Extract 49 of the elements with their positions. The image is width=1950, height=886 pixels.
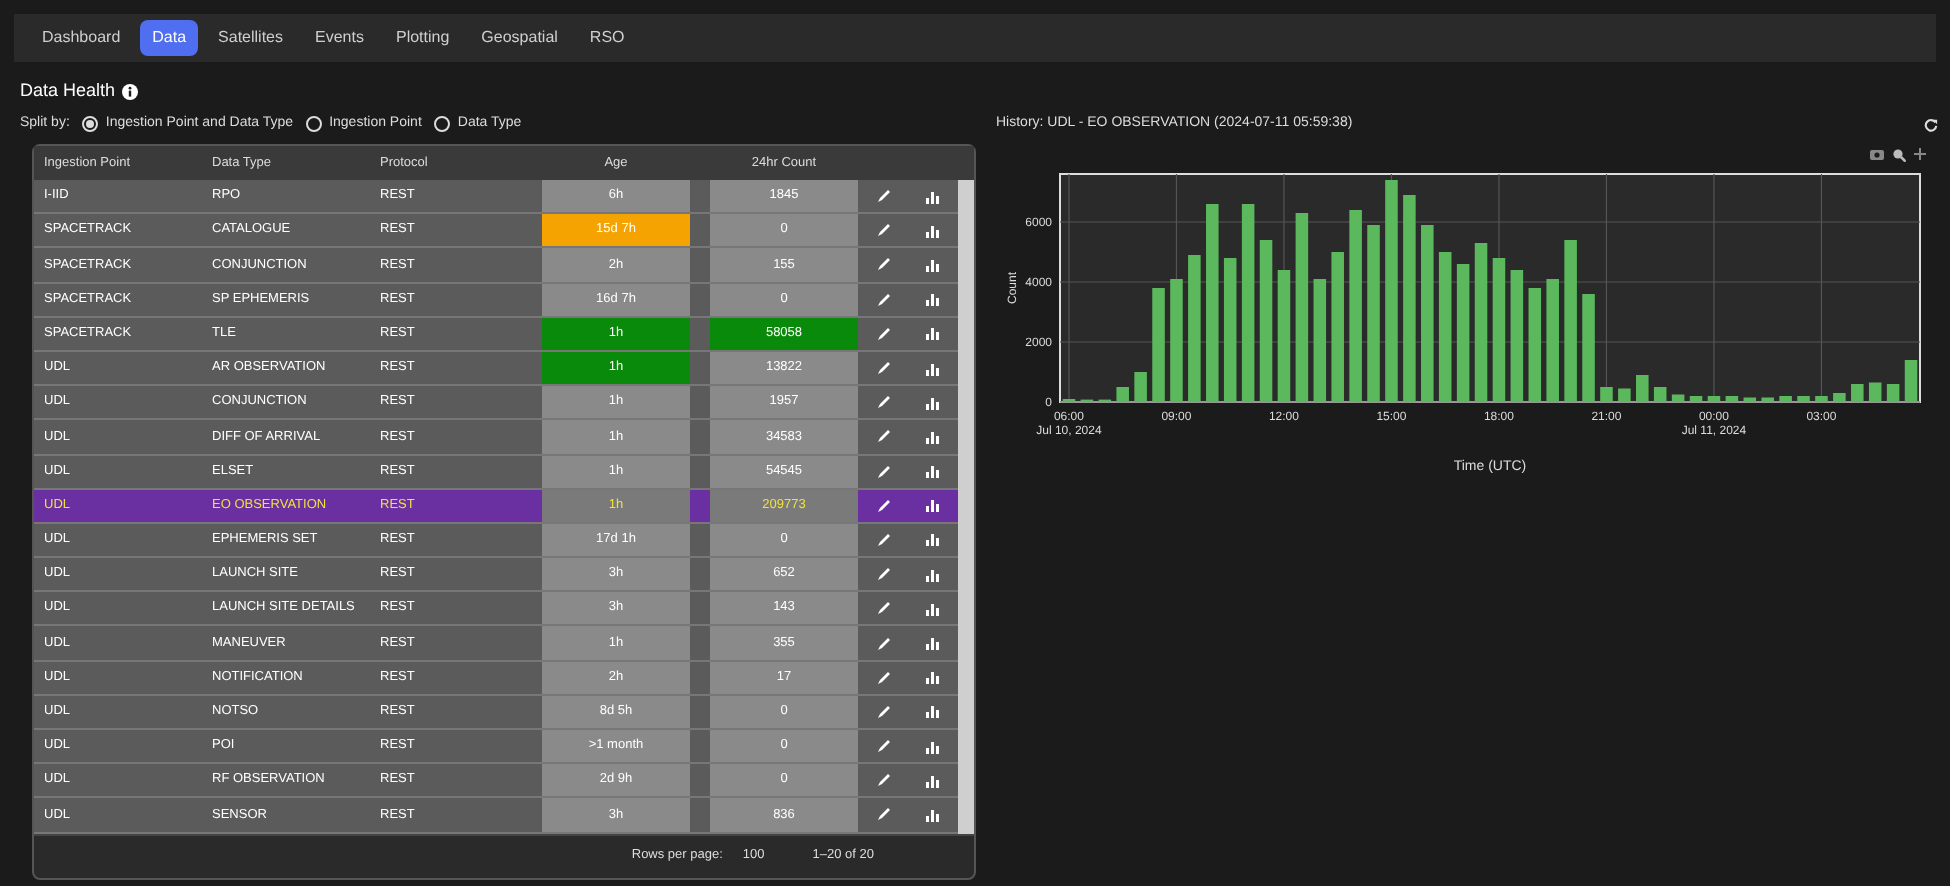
nav-tab[interactable]: Plotting bbox=[383, 20, 462, 56]
bar bbox=[1743, 396, 1757, 401]
bar bbox=[1546, 278, 1559, 401]
bar bbox=[1761, 396, 1774, 401]
bar bbox=[1582, 293, 1595, 401]
bar bbox=[1152, 287, 1165, 401]
info-icon bbox=[121, 83, 138, 100]
scrollbar[interactable] bbox=[958, 180, 974, 834]
bar-chart-icon[interactable] bbox=[926, 807, 941, 822]
bar-chart-icon[interactable] bbox=[926, 292, 941, 307]
refresh-icon[interactable] bbox=[1924, 117, 1938, 132]
bar-chart-icon[interactable] bbox=[926, 498, 941, 513]
bar-chart-icon[interactable] bbox=[926, 670, 941, 685]
bar bbox=[1779, 395, 1792, 401]
bar-chart-icon[interactable] bbox=[926, 189, 941, 204]
bar-chart-icon[interactable] bbox=[926, 773, 941, 788]
bar bbox=[1671, 393, 1685, 401]
nav-tab[interactable]: Geospatial bbox=[469, 20, 570, 56]
bar bbox=[1815, 395, 1828, 401]
bar-chart-icon[interactable] bbox=[926, 636, 941, 651]
bar-chart-icon[interactable] bbox=[926, 326, 941, 341]
camera-icon[interactable] bbox=[1870, 147, 1884, 159]
bar-chart-icon[interactable] bbox=[926, 223, 941, 238]
nav-tab[interactable]: Data bbox=[140, 20, 199, 56]
bar-chart-icon[interactable] bbox=[926, 361, 941, 376]
bar-chart-icon[interactable] bbox=[926, 429, 941, 444]
bar bbox=[1833, 392, 1846, 401]
bar bbox=[1725, 395, 1739, 401]
nav-tab[interactable]: Satellites bbox=[206, 20, 296, 56]
bar bbox=[1797, 395, 1810, 401]
nav-tab[interactable]: RSO bbox=[577, 20, 637, 56]
bar bbox=[1134, 371, 1147, 401]
bar-chart-icon[interactable] bbox=[926, 567, 941, 582]
bar bbox=[1707, 395, 1721, 401]
nav-tab[interactable]: Events bbox=[303, 20, 376, 56]
bar-chart-icon[interactable] bbox=[926, 739, 941, 754]
bar-chart-icon[interactable] bbox=[926, 395, 941, 410]
nav-tab[interactable]: Dashboard bbox=[30, 20, 133, 56]
bar-chart-icon[interactable] bbox=[926, 704, 941, 719]
bar bbox=[1636, 374, 1649, 401]
plus-icon[interactable] bbox=[1914, 147, 1926, 159]
bar bbox=[1170, 278, 1183, 401]
bar bbox=[1689, 395, 1703, 401]
bar-chart-icon[interactable] bbox=[926, 464, 941, 479]
zoom-icon[interactable] bbox=[1892, 147, 1906, 161]
bar-chart-icon[interactable] bbox=[926, 257, 941, 272]
bar-chart-icon[interactable] bbox=[926, 601, 941, 616]
section-title: Data Health bbox=[20, 78, 116, 104]
bar-chart-icon[interactable] bbox=[926, 532, 941, 547]
